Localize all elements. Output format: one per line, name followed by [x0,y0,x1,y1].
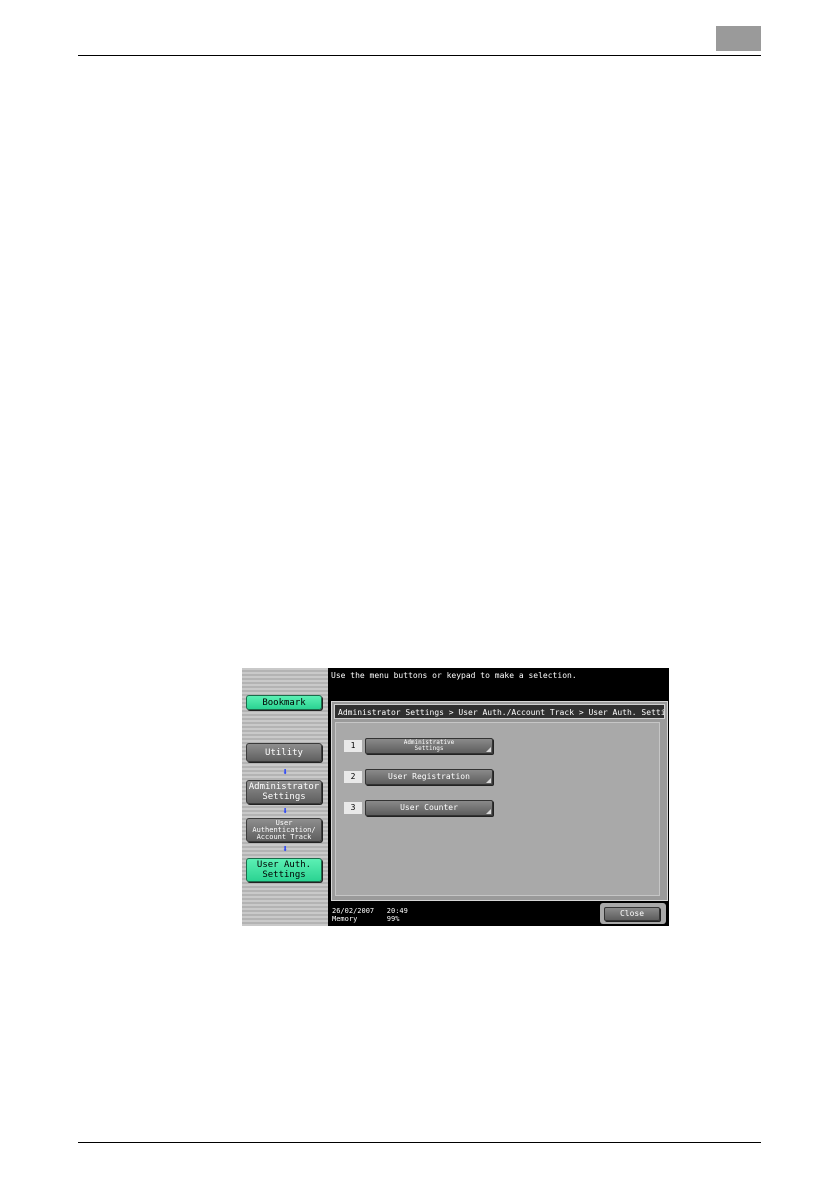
menu-button-label: Administrative Settings [403,739,455,752]
sidebar-item-label: Administrator Settings [248,782,320,802]
sidebar: Bookmark Utility ⬇ Administrator Setting… [242,668,328,926]
status-bar: 26/02/2007 20:49 Memory 99% [332,907,408,923]
sidebar-item-user-auth-settings[interactable]: User Auth. Settings [246,858,322,882]
bookmark-button[interactable]: Bookmark [246,695,322,710]
user-registration-button[interactable]: User Registration [365,769,493,785]
sidebar-item-label: User Auth. Settings [256,860,312,880]
content-panel: Administrator Settings > User Auth./Acco… [331,701,668,901]
sidebar-item-user-authentication[interactable]: User Authentication/ Account Track [246,818,322,842]
control-panel-screenshot: Bookmark Utility ⬇ Administrator Setting… [242,668,669,926]
chapter-tab [716,26,761,51]
menu-button-label: User Registration [388,772,470,781]
administrative-settings-button[interactable]: Administrative Settings [365,738,493,754]
close-button[interactable]: Close [604,907,660,921]
instruction-message: Use the menu buttons or keypad to make a… [331,671,577,680]
header-rule [78,55,761,56]
close-button-frame: Close [600,903,666,924]
corner-marker-icon [486,809,491,814]
corner-marker-icon [486,747,491,752]
main-area: Use the menu buttons or keypad to make a… [328,668,669,926]
bookmark-label: Bookmark [262,697,306,708]
datetime: 26/02/2007 20:49 [332,907,408,915]
menu-area: 1 Administrative Settings 2 User Registr… [335,722,660,896]
sidebar-item-administrator-settings[interactable]: Administrator Settings [246,780,322,804]
menu-button-label: User Counter [400,803,458,812]
sidebar-item-label: Utility [265,747,303,758]
menu-number: 1 [344,740,362,752]
breadcrumb: Administrator Settings > User Auth./Acco… [334,704,665,719]
corner-marker-icon [486,778,491,783]
sidebar-item-utility[interactable]: Utility [246,743,322,762]
sidebar-item-label: User Authentication/ Account Track [252,818,316,841]
footer-rule [78,1142,761,1143]
memory-status: Memory 99% [332,915,400,923]
menu-number: 2 [344,771,362,783]
menu-number: 3 [344,802,362,814]
user-counter-button[interactable]: User Counter [365,800,493,816]
